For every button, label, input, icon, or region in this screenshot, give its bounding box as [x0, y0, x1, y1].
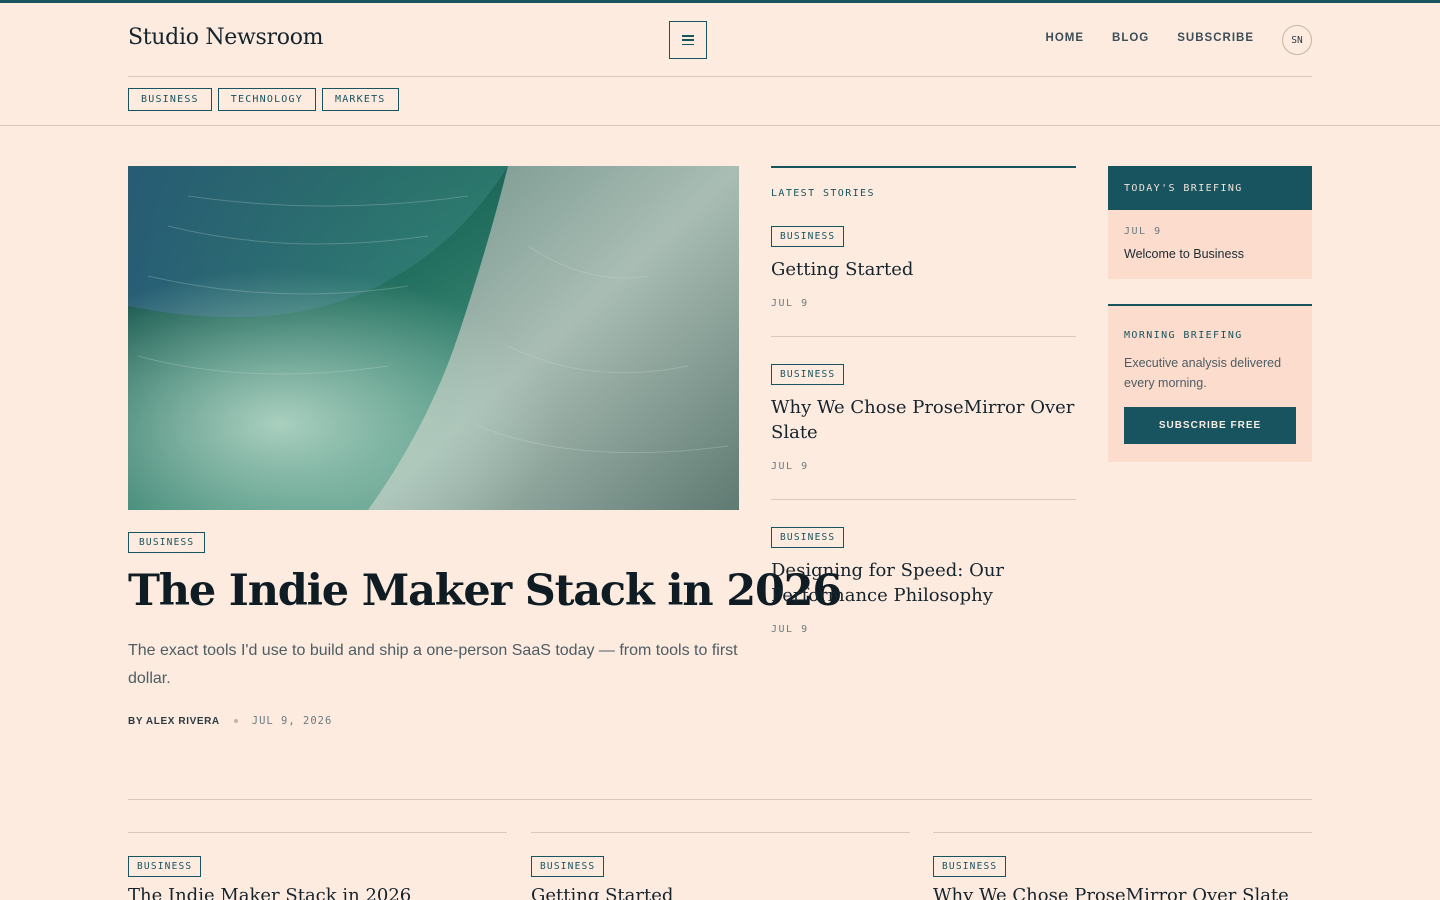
hero-image[interactable]: [128, 166, 739, 510]
story-title[interactable]: Designing for Speed: Our Performance Phi…: [771, 558, 1076, 608]
story-date: JUL 9: [771, 624, 809, 635]
card-title[interactable]: The Indie Maker Stack in 2026: [128, 885, 507, 900]
briefing-item[interactable]: JUL 9 Welcome to Business: [1108, 210, 1312, 279]
separator-dot: [233, 719, 238, 723]
todays-briefing: TODAY'S BRIEFING JUL 9 Welcome to Busine…: [1108, 166, 1312, 279]
story-date: JUL 9: [771, 298, 809, 309]
hero-date: JUL 9, 2026: [251, 715, 333, 727]
morning-briefing: MORNING BRIEFING Executive analysis deli…: [1108, 304, 1312, 462]
category-business[interactable]: BUSINESS: [128, 88, 212, 111]
story-item[interactable]: BUSINESS Getting Started JUL 9: [771, 199, 1076, 337]
avatar[interactable]: SN: [1282, 25, 1312, 55]
article-card[interactable]: BUSINESS Getting Started: [531, 832, 910, 900]
card-category-tag[interactable]: BUSINESS: [128, 856, 202, 877]
briefing-title[interactable]: Welcome to Business: [1124, 247, 1296, 261]
briefing-date: JUL 9: [1124, 226, 1162, 237]
story-title[interactable]: Why We Chose ProseMirror Over Slate: [771, 395, 1076, 445]
hero-dek: The exact tools I'd use to build and shi…: [128, 642, 738, 687]
story-category-tag[interactable]: BUSINESS: [771, 226, 845, 247]
story-category-tag[interactable]: BUSINESS: [771, 527, 845, 548]
card-title[interactable]: Getting Started: [531, 885, 910, 900]
morning-heading: MORNING BRIEFING: [1124, 330, 1243, 341]
divider: [128, 799, 1312, 800]
hero-category-tag[interactable]: BUSINESS: [128, 532, 206, 553]
divider: [0, 125, 1440, 126]
card-category-tag[interactable]: BUSINESS: [531, 856, 605, 877]
subscribe-free-button[interactable]: SUBSCRIBE FREE: [1124, 407, 1296, 444]
category-markets[interactable]: MARKETS: [321, 88, 399, 111]
morning-description: Executive analysis delivered every morni…: [1124, 356, 1282, 390]
menu-button[interactable]: [669, 21, 707, 59]
main-nav: HOME BLOG SUBSCRIBE: [1046, 32, 1254, 44]
story-item[interactable]: BUSINESS Why We Chose ProseMirror Over S…: [771, 337, 1076, 500]
story-date: JUL 9: [771, 461, 809, 472]
latest-stories: LATEST STORIES BUSINESS Getting Started …: [771, 166, 1076, 662]
category-nav: BUSINESS TECHNOLOGY MARKETS: [128, 88, 399, 111]
article-card[interactable]: BUSINESS The Indie Maker Stack in 2026: [128, 832, 507, 900]
story-item[interactable]: BUSINESS Designing for Speed: Our Perfor…: [771, 500, 1076, 662]
hero-title[interactable]: The Indie Maker Stack in 2026: [128, 566, 842, 616]
nav-subscribe[interactable]: SUBSCRIBE: [1177, 32, 1254, 44]
site-header: Studio Newsroom HOME BLOG SUBSCRIBE SN: [128, 3, 1312, 77]
story-category-tag[interactable]: BUSINESS: [771, 364, 845, 385]
byline: BY ALEX RIVERA: [128, 715, 220, 727]
card-category-tag[interactable]: BUSINESS: [933, 856, 1007, 877]
brand-logo[interactable]: Studio Newsroom: [128, 25, 324, 50]
article-card[interactable]: BUSINESS Why We Chose ProseMirror Over S…: [933, 832, 1312, 900]
briefing-heading: TODAY'S BRIEFING: [1108, 166, 1312, 210]
nav-blog[interactable]: BLOG: [1112, 32, 1149, 44]
card-title[interactable]: Why We Chose ProseMirror Over Slate: [933, 885, 1312, 900]
latest-heading: LATEST STORIES: [771, 188, 875, 199]
story-title[interactable]: Getting Started: [771, 257, 1076, 282]
hamburger-icon: [682, 35, 694, 45]
hero-meta: BY ALEX RIVERA JUL 9, 2026: [128, 715, 332, 727]
category-technology[interactable]: TECHNOLOGY: [217, 88, 316, 111]
wave-image: [128, 166, 739, 510]
nav-home[interactable]: HOME: [1046, 32, 1085, 44]
